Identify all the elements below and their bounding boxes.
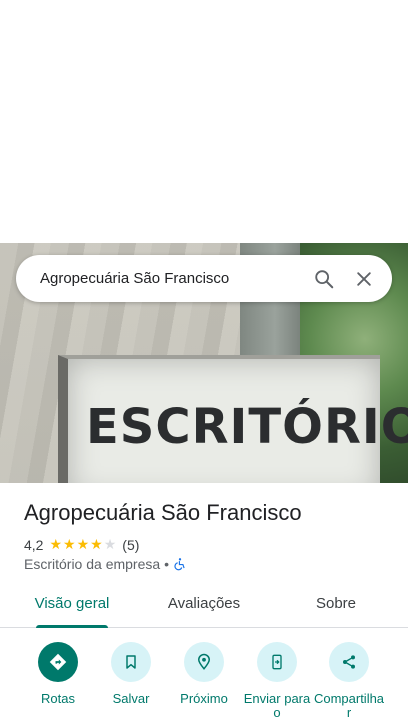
save-label: Salvar	[112, 691, 150, 706]
place-category: Escritório da empresa	[24, 556, 161, 572]
action-bar: Rotas Salvar Próximo Enviar para o Compa…	[0, 640, 408, 726]
tab-about[interactable]: Sobre	[284, 587, 388, 627]
star-icon: ★	[63, 536, 76, 552]
directions-icon	[49, 653, 67, 671]
place-tabs: Visão geral Avaliações Sobre	[0, 587, 408, 628]
save-circle	[111, 642, 151, 682]
photo-sign-text: ESCRITÓRIO	[86, 399, 408, 455]
bookmark-icon	[126, 655, 136, 669]
rating-row[interactable]: 4,2 ★ ★ ★ ★ ★ (5)	[24, 536, 139, 553]
star-icon: ★	[90, 536, 103, 552]
close-icon	[357, 271, 371, 286]
share-label: Compartilhar	[313, 691, 385, 720]
tab-overview[interactable]: Visão geral	[20, 587, 124, 627]
share-icon	[343, 655, 355, 669]
search-bar[interactable]: Agropecuária São Francisco	[16, 255, 392, 302]
separator-dot: •	[164, 556, 170, 572]
directions-button[interactable]: Rotas	[21, 640, 95, 706]
rating-value: 4,2	[24, 536, 44, 553]
save-button[interactable]: Salvar	[94, 640, 168, 706]
nearby-label: Próximo	[180, 691, 228, 706]
photo-sign: ESCRITÓRIO	[58, 355, 408, 483]
wheelchair-accessible-icon	[174, 558, 185, 571]
star-icon: ★	[49, 536, 63, 552]
nearby-button[interactable]: Próximo	[167, 640, 241, 706]
tab-reviews[interactable]: Avaliações	[152, 587, 256, 627]
send-to-phone-button[interactable]: Enviar para o	[240, 640, 314, 720]
map-blank-area	[0, 0, 408, 243]
nearby-icon	[197, 653, 211, 670]
clear-search-button[interactable]	[344, 259, 384, 299]
place-title: Agropecuária São Francisco	[24, 500, 302, 525]
nearby-circle	[184, 642, 224, 682]
send-to-phone-label: Enviar para o	[243, 691, 311, 720]
send-to-phone-icon	[272, 654, 282, 670]
review-count[interactable]: (5)	[122, 537, 139, 553]
search-button[interactable]	[304, 259, 344, 299]
rating-stars: ★ ★ ★ ★ ★	[49, 536, 116, 553]
star-icon: ★	[76, 536, 90, 552]
send-to-phone-circle	[257, 642, 297, 682]
category-row: Escritório da empresa •	[24, 556, 187, 572]
directions-label: Rotas	[41, 691, 75, 706]
star-empty-icon: ★	[103, 536, 117, 552]
active-tab-indicator	[36, 625, 108, 628]
share-circle	[329, 642, 369, 682]
share-button[interactable]: Compartilhar	[312, 640, 386, 720]
search-query-text[interactable]: Agropecuária São Francisco	[40, 270, 304, 287]
directions-circle	[38, 642, 78, 682]
search-icon	[315, 269, 334, 288]
